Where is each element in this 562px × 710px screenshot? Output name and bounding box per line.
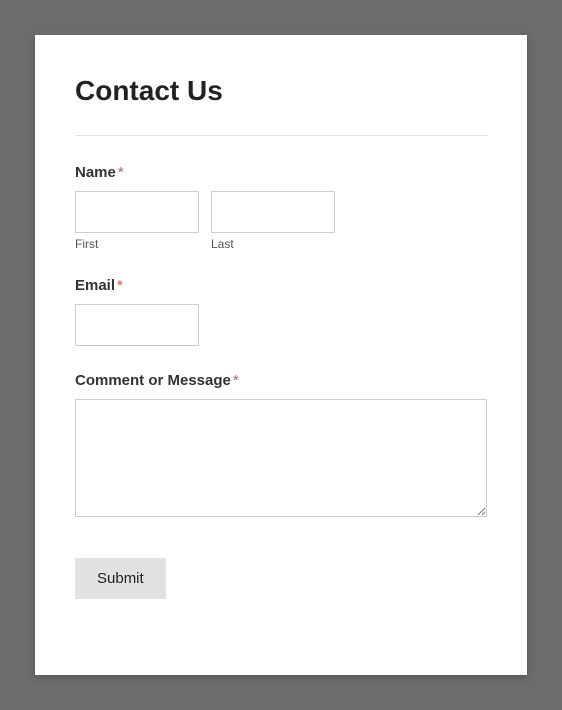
name-field: Name* First Last [75,164,487,251]
email-label-text: Email [75,277,115,294]
first-name-sublabel: First [75,237,199,251]
required-marker: * [117,277,123,294]
message-label: Comment or Message* [75,372,487,389]
message-textarea[interactable] [75,399,487,517]
contact-form-card: Contact Us Name* First Last Email* Comme… [35,35,527,675]
last-name-col: Last [211,191,335,251]
page-title: Contact Us [75,75,487,107]
submit-button[interactable]: Submit [75,558,166,599]
last-name-sublabel: Last [211,237,335,251]
name-label: Name* [75,164,487,181]
message-field: Comment or Message* [75,372,487,522]
email-field: Email* [75,277,487,346]
name-row: First Last [75,191,487,251]
message-label-text: Comment or Message [75,372,231,389]
first-name-input[interactable] [75,191,199,233]
last-name-input[interactable] [211,191,335,233]
email-input[interactable] [75,304,199,346]
divider [75,135,487,136]
first-name-col: First [75,191,199,251]
name-label-text: Name [75,164,116,181]
required-marker: * [118,164,124,181]
email-label: Email* [75,277,487,294]
required-marker: * [233,372,239,389]
